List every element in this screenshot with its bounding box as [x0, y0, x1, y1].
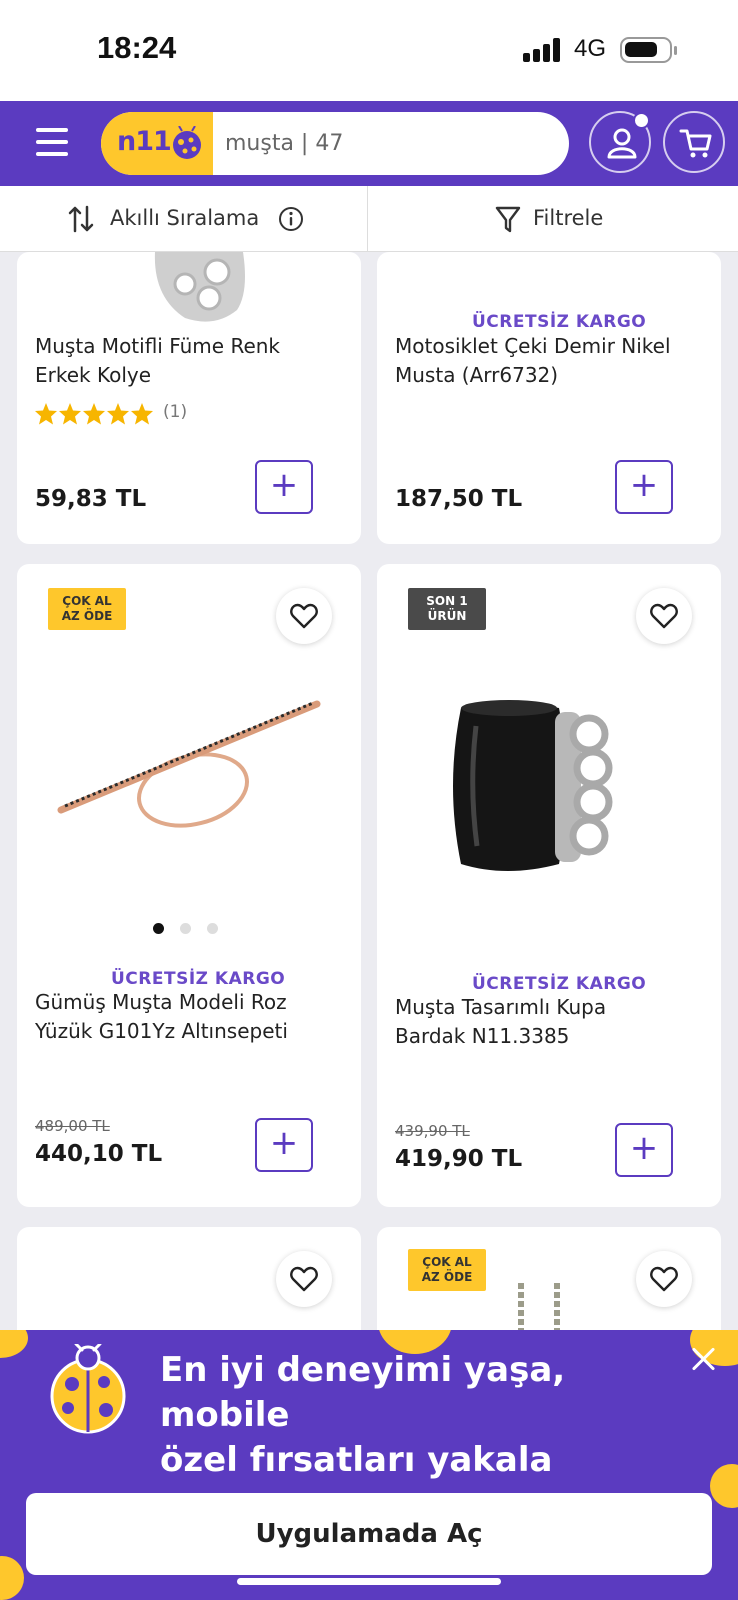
- filter-icon: [495, 206, 521, 233]
- free-shipping-label: ÜCRETSİZ KARGO: [111, 969, 286, 989]
- filter-button[interactable]: Filtrele: [368, 186, 738, 252]
- menu-icon[interactable]: [36, 128, 68, 156]
- app-install-banner: En iyi deneyimi yaşa, mobile özel fırsat…: [0, 1330, 738, 1600]
- add-to-cart-button[interactable]: +: [255, 460, 313, 514]
- decor-blob: [0, 1556, 24, 1600]
- product-price: 59,83 TL: [35, 486, 147, 512]
- close-icon[interactable]: [688, 1344, 718, 1374]
- product-price: 419,90 TL: [395, 1146, 523, 1172]
- rating-count: (1): [163, 402, 188, 422]
- user-icon: [607, 128, 637, 159]
- home-indicator: [237, 1578, 501, 1585]
- favorite-button[interactable]: [276, 588, 332, 644]
- campaign-badge: ÇOK AL AZ ÖDE: [48, 588, 126, 630]
- favorite-button[interactable]: [636, 588, 692, 644]
- filter-label: Filtrele: [533, 206, 604, 230]
- product-card[interactable]: SON 1 ÜRÜN ÜCRETSİZ KARGO Muşta Tasarıml…: [377, 564, 721, 1207]
- cart-icon: [679, 129, 712, 158]
- product-name[interactable]: Muşta Tasarımlı Kupa Bardak N11.3385: [395, 993, 711, 1051]
- product-price: 187,50 TL: [395, 486, 523, 512]
- old-price: 489,00 TL: [35, 1117, 110, 1135]
- search-bar[interactable]: n11: [101, 112, 569, 175]
- signal-icon: [523, 38, 563, 62]
- banner-headline: En iyi deneyimi yaşa, mobile özel fırsat…: [160, 1350, 566, 1480]
- old-price: 439,90 TL: [395, 1122, 470, 1140]
- product-image: [57, 700, 321, 828]
- rating-stars: [35, 403, 153, 425]
- add-to-cart-button[interactable]: +: [615, 1123, 673, 1177]
- free-shipping-label: ÜCRETSİZ KARGO: [472, 974, 647, 994]
- sort-label: Akıllı Sıralama: [110, 206, 260, 230]
- ladybug-icon: [173, 126, 201, 159]
- top-header: n11: [0, 101, 738, 186]
- product-image: [453, 700, 613, 871]
- product-card[interactable]: ÜCRETSİZ KARGO Motosiklet Çeki Demir Nik…: [377, 252, 721, 544]
- add-to-cart-button[interactable]: +: [255, 1118, 313, 1172]
- stock-badge: SON 1 ÜRÜN: [408, 588, 486, 630]
- product-image: [154, 252, 245, 322]
- heart-icon: [290, 603, 318, 629]
- decor-blob: [0, 1330, 28, 1358]
- sort-button[interactable]: Akıllı Sıralama: [0, 186, 367, 252]
- heart-icon: [650, 1266, 678, 1292]
- favorite-button[interactable]: [276, 1251, 332, 1307]
- heart-icon: [290, 1266, 318, 1292]
- product-name[interactable]: Gümüş Muşta Modeli Roz Yüzük G101Yz Altı…: [35, 988, 351, 1046]
- product-name[interactable]: Muşta Motifli Füme Renk Erkek Kolye: [35, 332, 345, 390]
- status-time: 18:24: [97, 30, 177, 65]
- product-price: 440,10 TL: [35, 1141, 163, 1167]
- cart-button[interactable]: [663, 111, 725, 173]
- sort-filter-bar: Akıllı Sıralama Filtrele: [0, 186, 738, 252]
- product-image: [518, 1283, 560, 1333]
- sort-icon: [68, 205, 94, 233]
- open-in-app-button[interactable]: Uygulamada Aç: [26, 1493, 712, 1575]
- decor-blob: [710, 1464, 738, 1508]
- n11-logo[interactable]: n11: [101, 112, 213, 175]
- product-card[interactable]: ÇOK AL AZ ÖDE ÜCRETSİZ KARGO Gümüş Muşta…: [17, 564, 361, 1207]
- add-to-cart-button[interactable]: +: [615, 460, 673, 514]
- search-input[interactable]: [225, 112, 555, 175]
- ladybug-icon: [50, 1344, 126, 1434]
- info-icon[interactable]: [278, 206, 304, 232]
- battery-icon: [620, 37, 677, 63]
- product-card[interactable]: Muşta Motifli Füme Renk Erkek Kolye (1) …: [17, 252, 361, 544]
- notification-dot: [633, 112, 650, 129]
- network-type: 4G: [574, 35, 607, 62]
- heart-icon: [650, 603, 678, 629]
- campaign-badge: ÇOK AL AZ ÖDE: [408, 1249, 486, 1291]
- status-bar: 18:24 4G: [0, 0, 738, 101]
- free-shipping-label: ÜCRETSİZ KARGO: [472, 312, 647, 332]
- favorite-button[interactable]: [636, 1251, 692, 1307]
- product-name[interactable]: Motosiklet Çeki Demir Nikel Musta (Arr67…: [395, 332, 711, 390]
